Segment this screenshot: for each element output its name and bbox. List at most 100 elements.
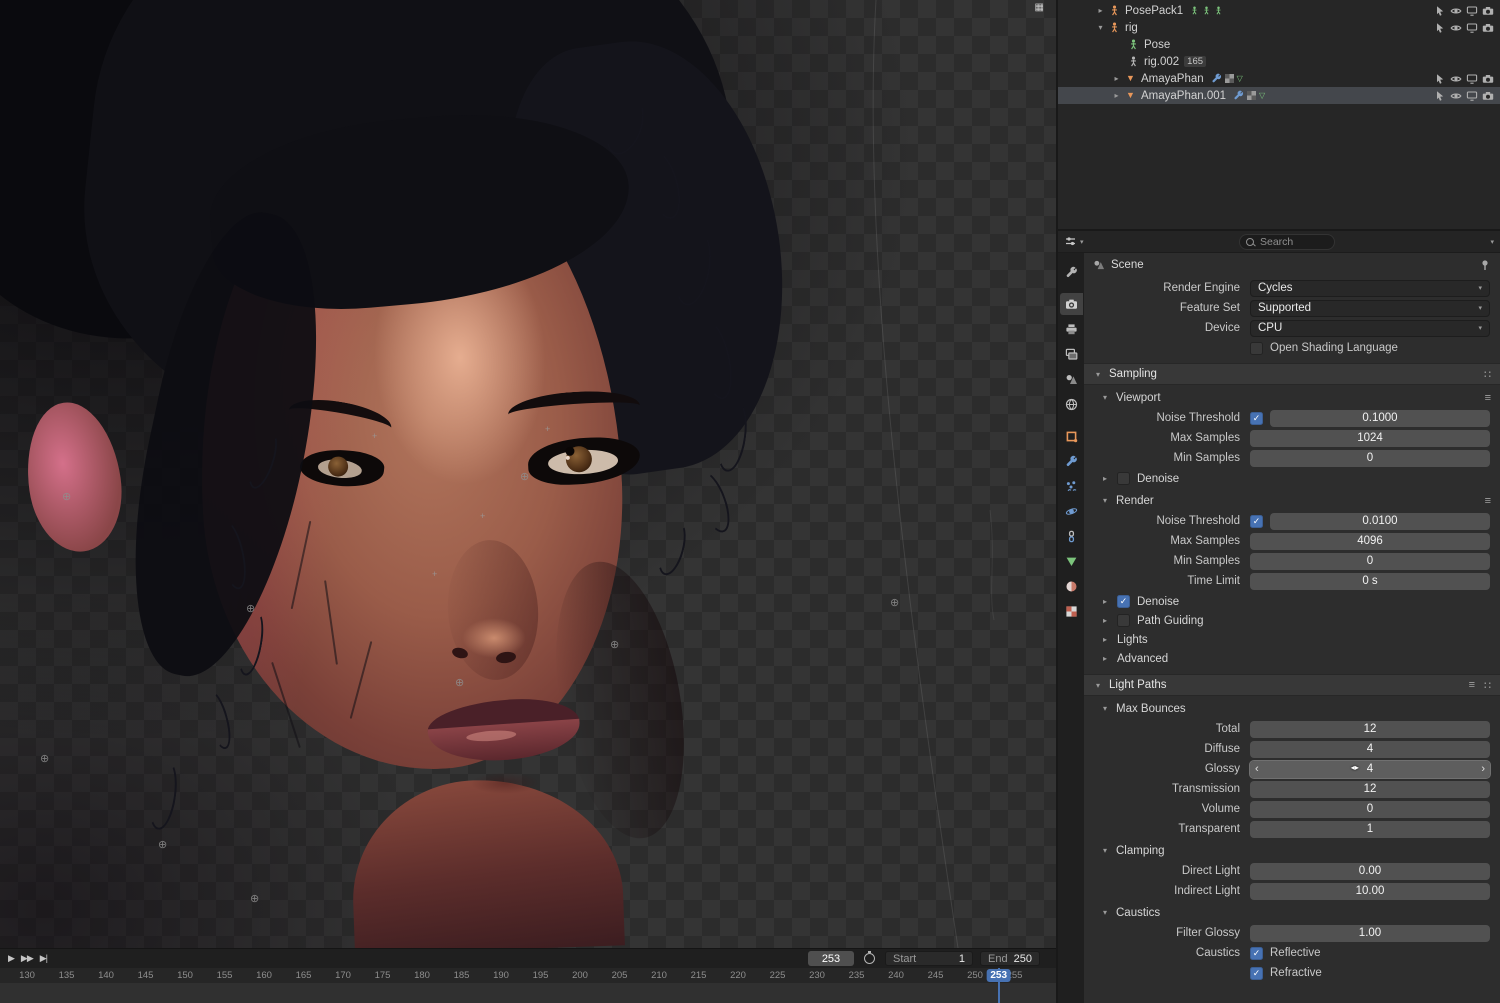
menu-icon[interactable]: ≡ (1485, 392, 1491, 404)
empty-marker-icon[interactable]: ⊕ (455, 678, 464, 689)
total-bounces-slider[interactable]: 12 (1250, 720, 1490, 738)
glossy-bounces-slider[interactable]: ‹ 4 › ◂▸ (1249, 759, 1491, 779)
lights-subpanel[interactable]: ▸ Lights (1084, 630, 1500, 649)
tab-output[interactable] (1060, 318, 1083, 340)
osl-checkbox[interactable] (1250, 341, 1263, 355)
bone-marker-icon[interactable]: + (372, 432, 377, 441)
render-engine-select[interactable]: Cycles ▾ (1250, 279, 1490, 297)
camera-icon[interactable] (1482, 73, 1494, 85)
refractive-checkbox[interactable]: ✓ (1250, 966, 1263, 980)
empty-marker-icon[interactable]: ⊕ (890, 598, 899, 609)
expand-icon[interactable]: ▸ (1110, 91, 1123, 100)
next-keyframe-button[interactable]: ▶▶ (21, 953, 34, 964)
camera-icon[interactable] (1482, 22, 1494, 34)
render-denoise-subpanel[interactable]: ▸ ✓ Denoise (1084, 592, 1500, 611)
selectable-icon[interactable] (1434, 90, 1446, 102)
empty-marker-icon[interactable]: ⊕ (62, 492, 71, 503)
viewport-subpanel-header[interactable]: ▾ Viewport ≡ (1084, 388, 1500, 407)
path-guiding-subpanel[interactable]: ▸ Path Guiding (1084, 611, 1500, 630)
selectable-icon[interactable] (1434, 5, 1446, 17)
properties-editor-icon[interactable] (1064, 235, 1077, 248)
breadcrumb-scene[interactable]: Scene (1111, 259, 1144, 271)
tab-particles[interactable] (1060, 475, 1083, 497)
transparent-bounces-slider[interactable]: 1 (1250, 820, 1490, 838)
outliner-item-label[interactable]: AmayaPhan (1141, 73, 1204, 85)
tab-modifiers[interactable] (1060, 450, 1083, 472)
outliner-item-label[interactable]: AmayaPhan.001 (1141, 90, 1226, 102)
increment-arrow-icon[interactable]: › (1481, 761, 1485, 778)
outliner-item-label[interactable]: rig.002 (1144, 56, 1179, 68)
expand-icon[interactable]: ▸ (1094, 6, 1107, 15)
empty-marker-icon[interactable]: ⊕ (520, 472, 529, 483)
filter-glossy-field[interactable]: 1.00 (1250, 924, 1490, 942)
bone-marker-icon[interactable]: + (432, 570, 437, 579)
monitor-icon[interactable] (1466, 5, 1478, 17)
empty-marker-icon[interactable]: ⊕ (40, 754, 49, 765)
empty-marker-icon[interactable]: ⊕ (158, 840, 167, 851)
caustics-subpanel-header[interactable]: ▾ Caustics (1084, 903, 1500, 922)
current-frame-field[interactable]: 253 (808, 951, 854, 966)
tab-view-layer[interactable] (1060, 343, 1083, 365)
bone-marker-icon[interactable]: + (480, 512, 485, 521)
stopwatch-icon[interactable] (864, 950, 875, 964)
outliner-row[interactable]: ▾ rig (1058, 19, 1500, 36)
noise-threshold-field[interactable]: 0.0100 (1270, 512, 1490, 530)
jump-to-end-button[interactable]: ▶| (40, 953, 48, 964)
presets-grid-icon[interactable]: ∷ (1484, 368, 1491, 381)
render-subpanel-header[interactable]: ▾ Render ≡ (1084, 491, 1500, 510)
chevron-down-icon[interactable]: ▾ (1080, 238, 1084, 246)
tab-object[interactable] (1060, 425, 1083, 447)
tab-tool[interactable] (1060, 261, 1083, 283)
denoise-checkbox[interactable] (1117, 472, 1130, 485)
light-paths-panel-header[interactable]: ▾ Light Paths ≡ ∷ (1084, 674, 1500, 696)
monitor-icon[interactable] (1466, 90, 1478, 102)
monitor-icon[interactable] (1466, 73, 1478, 85)
tab-constraints[interactable] (1060, 525, 1083, 547)
play-button[interactable]: ▶ (8, 953, 15, 964)
playhead-frame-label[interactable]: 253 (986, 969, 1012, 982)
outliner-item-label[interactable]: Pose (1144, 39, 1170, 51)
reflective-checkbox[interactable]: ✓ (1250, 946, 1263, 960)
eye-icon[interactable] (1450, 90, 1462, 102)
checkbox-label[interactable]: Reflective (1270, 947, 1321, 959)
search-input[interactable]: Search (1239, 234, 1335, 250)
outliner-row[interactable]: rig.002 165 (1058, 53, 1500, 70)
tab-texture[interactable] (1060, 600, 1083, 622)
outliner-row[interactable]: ▸ PosePack1 (1058, 2, 1500, 19)
timeline-ruler[interactable]: 130 135 140 145 150 155 160 165 170 175 180 185 190 1… (0, 968, 1056, 1003)
outliner-item-label[interactable]: rig (1125, 22, 1138, 34)
empty-marker-icon[interactable]: ⊕ (246, 604, 255, 615)
clamping-subpanel-header[interactable]: ▾ Clamping (1084, 841, 1500, 860)
presets-grid-icon[interactable]: ∷ (1484, 679, 1491, 692)
outliner-row[interactable]: Pose (1058, 36, 1500, 53)
tab-render[interactable] (1059, 293, 1083, 315)
selectable-icon[interactable] (1434, 22, 1446, 34)
max-samples-field[interactable]: 4096 (1250, 532, 1490, 550)
tab-physics[interactable] (1060, 500, 1083, 522)
checkbox-label[interactable]: Open Shading Language (1270, 342, 1398, 354)
collapse-icon[interactable]: ▾ (1094, 23, 1107, 32)
direct-light-field[interactable]: 0.00 (1250, 862, 1490, 880)
camera-icon[interactable] (1482, 90, 1494, 102)
eye-icon[interactable] (1450, 22, 1462, 34)
eye-icon[interactable] (1450, 73, 1462, 85)
path-guiding-checkbox[interactable] (1117, 614, 1130, 627)
feature-set-select[interactable]: Supported ▾ (1250, 299, 1490, 317)
volume-bounces-slider[interactable]: 0 (1250, 800, 1490, 818)
selectable-icon[interactable] (1434, 73, 1446, 85)
outliner-item-label[interactable]: PosePack1 (1125, 5, 1183, 17)
tab-scene[interactable] (1060, 368, 1083, 390)
tab-material[interactable] (1060, 575, 1083, 597)
menu-icon[interactable]: ≡ (1485, 495, 1491, 507)
camera-icon[interactable] (1482, 5, 1494, 17)
indirect-light-field[interactable]: 10.00 (1250, 882, 1490, 900)
min-samples-field[interactable]: 0 (1250, 552, 1490, 570)
outliner-row[interactable]: ▸ ▼ AmayaPhan ▽ (1058, 70, 1500, 87)
checkbox-label[interactable]: Refractive (1270, 967, 1322, 979)
noise-threshold-checkbox[interactable]: ✓ (1250, 514, 1263, 528)
max-bounces-subpanel-header[interactable]: ▾ Max Bounces (1084, 699, 1500, 718)
monitor-icon[interactable] (1466, 22, 1478, 34)
empty-marker-icon[interactable]: ⊕ (610, 640, 619, 651)
timeline-track[interactable] (0, 983, 1056, 1003)
bone-marker-icon[interactable]: + (545, 425, 550, 434)
